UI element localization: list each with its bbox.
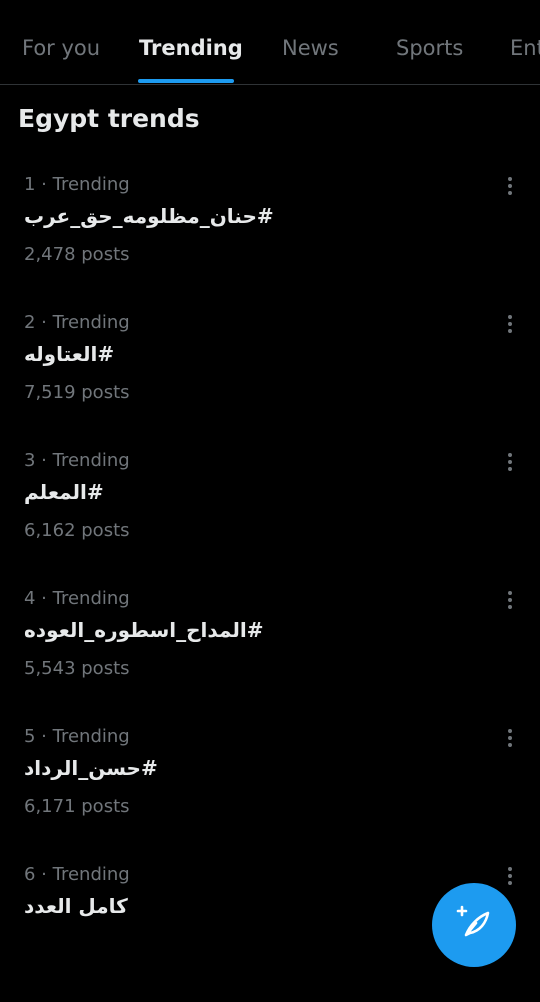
- trend-item[interactable]: 2 · Trending #العتاوله 7,519 posts: [0, 312, 540, 450]
- trend-name: #المعلم: [24, 480, 104, 504]
- active-tab-indicator: [138, 79, 234, 83]
- more-vertical-icon[interactable]: [504, 312, 516, 336]
- trend-rank: 4 · Trending: [24, 588, 130, 609]
- tab-trending[interactable]: Trending: [139, 36, 243, 60]
- more-vertical-icon[interactable]: [504, 450, 516, 474]
- trend-name: #حنان_مظلومه_حق_عرب: [24, 204, 274, 228]
- more-vertical-icon[interactable]: [504, 588, 516, 612]
- trend-post-count: 5,543 posts: [24, 658, 130, 679]
- tab-news[interactable]: News: [282, 36, 339, 60]
- trend-name: #المداح_اسطوره_العوده: [24, 618, 264, 642]
- more-vertical-icon[interactable]: [504, 174, 516, 198]
- tab-sports[interactable]: Sports: [396, 36, 463, 60]
- trend-name: #العتاوله: [24, 342, 115, 366]
- compose-post-icon: [456, 905, 490, 937]
- trend-rank: 5 · Trending: [24, 726, 130, 747]
- trend-item[interactable]: 3 · Trending #المعلم 6,162 posts: [0, 450, 540, 588]
- trend-post-count: 2,478 posts: [24, 244, 130, 265]
- more-vertical-icon[interactable]: [504, 864, 516, 888]
- trend-name: #حسن_الرداد: [24, 756, 158, 780]
- more-vertical-icon[interactable]: [504, 726, 516, 750]
- trend-rank: 1 · Trending: [24, 174, 130, 195]
- trend-rank: 6 · Trending: [24, 864, 130, 885]
- trend-item[interactable]: 1 · Trending #حنان_مظلومه_حق_عرب 2,478 p…: [0, 174, 540, 312]
- trend-rank: 3 · Trending: [24, 450, 130, 471]
- compose-post-button[interactable]: [432, 883, 516, 967]
- trend-item[interactable]: 4 · Trending #المداح_اسطوره_العوده 5,543…: [0, 588, 540, 726]
- trend-rank: 2 · Trending: [24, 312, 130, 333]
- tab-entertainment[interactable]: Ent: [510, 36, 540, 60]
- trend-post-count: 6,162 posts: [24, 520, 130, 541]
- tab-for-you[interactable]: For you: [22, 36, 100, 60]
- section-title: Egypt trends: [18, 104, 200, 133]
- top-tab-bar: For you Trending News Sports Ent: [0, 0, 540, 85]
- trend-post-count: 6,171 posts: [24, 796, 130, 817]
- trend-post-count: 7,519 posts: [24, 382, 130, 403]
- trend-item[interactable]: 5 · Trending #حسن_الرداد 6,171 posts: [0, 726, 540, 864]
- trend-name: كامل العدد: [24, 894, 128, 918]
